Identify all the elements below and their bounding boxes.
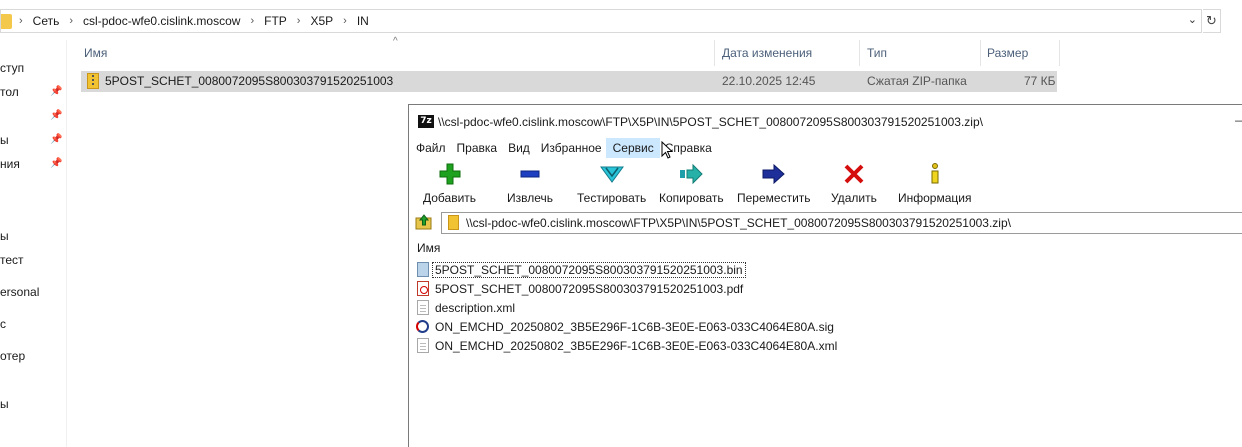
column-name[interactable]: Имя <box>84 46 107 60</box>
archive-list-header: Имя <box>409 238 1242 258</box>
column-name[interactable]: Имя <box>417 241 440 255</box>
file-name: 5POST_SCHET_0080072095S80030379152025100… <box>105 74 394 88</box>
chevron-right-icon[interactable]: › <box>297 15 301 27</box>
nav-item-computer[interactable]: отер <box>0 349 25 363</box>
info-icon <box>931 163 939 184</box>
move-button[interactable]: Переместить <box>737 163 811 205</box>
chevron-right-icon[interactable]: › <box>250 15 254 27</box>
folder-up-icon[interactable] <box>415 213 433 231</box>
zip-folder-icon <box>87 73 99 89</box>
navigation-pane: ступ тол 📌 📌 ы 📌 ния 📌 ы тест ersonal с … <box>0 40 67 447</box>
menu-tools[interactable]: Сервис <box>605 138 660 158</box>
sort-ascending-icon: ^ <box>393 36 398 47</box>
plus-icon <box>439 163 461 185</box>
menu-edit[interactable]: Правка <box>450 138 504 158</box>
breadcrumb-in[interactable]: IN <box>357 14 369 28</box>
sevenzip-logo-icon: 7z <box>418 115 434 128</box>
bin-file-icon <box>417 262 429 277</box>
menu-bar: Файл Правка Вид Избранное Сервис Справка <box>409 138 1242 158</box>
refresh-icon[interactable]: ↻ <box>1203 9 1221 33</box>
xml-file-icon <box>417 300 429 315</box>
table-row[interactable]: 5POST_SCHET_0080072095S80030379152025100… <box>81 71 1057 92</box>
list-item[interactable]: ON_EMCHD_20250802_3B5E296F-1C6B-3E0E-E06… <box>417 336 839 355</box>
copy-button[interactable]: Копировать <box>659 163 724 205</box>
nav-item-folder[interactable]: ы <box>0 229 9 243</box>
chevron-down-icon[interactable]: ⌄ <box>1188 13 1197 26</box>
title-bar[interactable]: 7z \\csl-pdoc-wfe0.cislink.moscow\FTP\X5… <box>409 105 1242 137</box>
mouse-cursor-icon <box>661 141 673 159</box>
pin-icon: 📌 <box>50 86 63 97</box>
breadcrumb-x5p[interactable]: X5P <box>310 14 333 28</box>
window-title: \\csl-pdoc-wfe0.cislink.moscow\FTP\X5P\I… <box>438 115 983 129</box>
nav-item-desktop[interactable]: тол <box>0 85 19 99</box>
list-item[interactable]: 5POST_SCHET_0080072095S80030379152025100… <box>417 279 745 298</box>
column-size[interactable]: Размер <box>987 46 1028 60</box>
delete-x-icon <box>844 164 864 184</box>
nav-item-test[interactable]: тест <box>0 253 24 267</box>
list-item[interactable]: ON_EMCHD_20250802_3B5E296F-1C6B-3E0E-E06… <box>416 317 836 336</box>
check-icon <box>599 166 624 183</box>
copy-arrow-icon <box>680 163 704 185</box>
path-text: \\csl-pdoc-wfe0.cislink.moscow\FTP\X5P\I… <box>466 216 1011 230</box>
pin-icon: 📌 <box>50 134 63 145</box>
nav-item-quick-access[interactable]: ступ <box>0 61 24 75</box>
address-field[interactable]: › Сеть › csl-pdoc-wfe0.cislink.moscow › … <box>0 9 1202 33</box>
pin-icon: 📌 <box>50 158 63 169</box>
minimize-icon[interactable]: — <box>1235 113 1242 127</box>
extract-button[interactable]: Извлечь <box>507 163 553 205</box>
chevron-right-icon[interactable]: › <box>69 15 73 27</box>
column-type[interactable]: Тип <box>867 46 887 60</box>
menu-view[interactable]: Вид <box>501 138 536 158</box>
delete-button[interactable]: Удалить <box>831 163 877 205</box>
zip-archive-icon <box>448 215 459 230</box>
nav-item-downloads[interactable]: ния <box>0 157 20 171</box>
path-bar: \\csl-pdoc-wfe0.cislink.moscow\FTP\X5P\I… <box>409 210 1242 236</box>
menu-file[interactable]: Файл <box>409 138 452 158</box>
nav-item-c[interactable]: с <box>0 317 6 331</box>
chevron-right-icon[interactable]: › <box>19 15 23 27</box>
info-button[interactable]: Информация <box>898 163 971 205</box>
minus-icon <box>520 170 540 178</box>
pdf-file-icon <box>417 281 429 296</box>
column-modified[interactable]: Дата изменения <box>722 46 812 60</box>
nav-item-personal[interactable]: ersonal <box>0 285 39 299</box>
menu-favorites[interactable]: Избранное <box>534 138 608 158</box>
list-item[interactable]: 5POST_SCHET_0080072095S80030379152025100… <box>417 260 746 279</box>
folder-icon <box>1 14 12 29</box>
test-button[interactable]: Тестировать <box>577 163 646 205</box>
nav-item-documents[interactable]: ы <box>0 133 9 147</box>
xml-file-icon <box>417 338 429 353</box>
breadcrumb-server[interactable]: csl-pdoc-wfe0.cislink.moscow <box>83 14 240 28</box>
path-input[interactable]: \\csl-pdoc-wfe0.cislink.moscow\FTP\X5P\I… <box>441 212 1242 234</box>
signature-file-icon <box>416 320 429 333</box>
sevenzip-window: 7z \\csl-pdoc-wfe0.cislink.moscow\FTP\X5… <box>408 104 1242 447</box>
file-type: Сжатая ZIP-папка <box>867 74 967 88</box>
nav-item-other[interactable]: ы <box>0 397 9 411</box>
breadcrumb: › Сеть › csl-pdoc-wfe0.cislink.moscow › … <box>19 14 369 28</box>
file-modified: 22.10.2025 12:45 <box>722 74 816 88</box>
explorer-address-bar: › Сеть › csl-pdoc-wfe0.cislink.moscow › … <box>0 0 1242 40</box>
file-size: 77 КБ <box>1024 74 1056 88</box>
list-item[interactable]: description.xml <box>417 298 517 317</box>
toolbar: Добавить Извлечь Тестировать Копировать … <box>409 159 1242 209</box>
breadcrumb-ftp[interactable]: FTP <box>264 14 287 28</box>
pin-icon: 📌 <box>50 110 63 121</box>
chevron-right-icon[interactable]: › <box>343 15 347 27</box>
arrow-right-icon <box>762 163 785 185</box>
add-button[interactable]: Добавить <box>423 163 476 205</box>
breadcrumb-network[interactable]: Сеть <box>33 14 60 28</box>
file-list-header: ^ Имя Дата изменения Тип Размер <box>66 36 1066 66</box>
